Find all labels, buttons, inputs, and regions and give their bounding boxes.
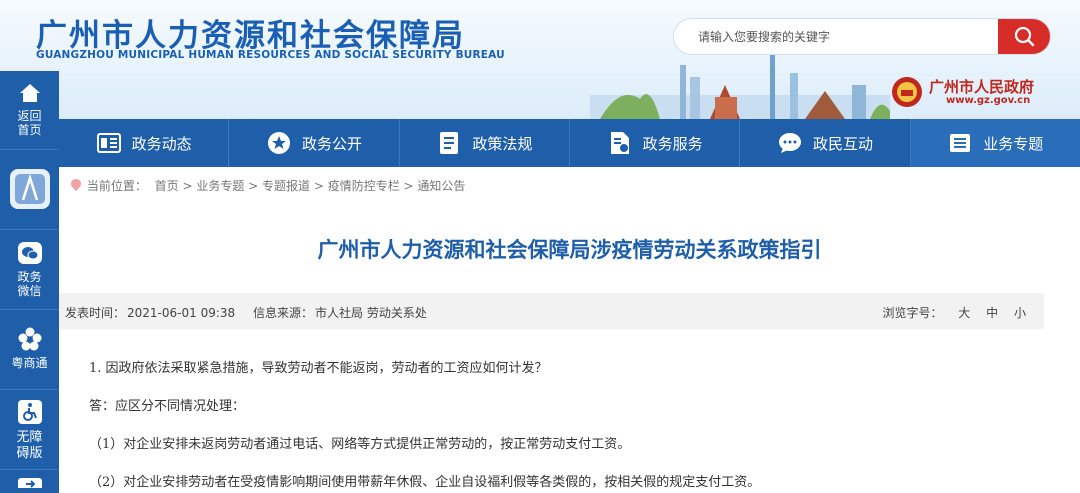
- nav-item-label: 政务动态: [131, 134, 192, 153]
- content-panel: 当前位置： 首页 > 业务专题 > 专题报道 > 疫情防控专栏 > 通知公告 广…: [59, 167, 1080, 493]
- font-size-small[interactable]: 小: [1014, 306, 1026, 320]
- site-header: 广州市人力资源和社会保障局 GUANGZHOU MUNICIPAL HUMAN …: [0, 0, 1080, 119]
- nav-item-label: 政务服务: [642, 134, 703, 153]
- source-value: 市人社局 劳动关系处: [315, 306, 427, 320]
- left-sidebar: 返回首页 政务微信 粤商通 无障碍版: [0, 71, 59, 493]
- location-icon: [71, 179, 81, 191]
- search-input[interactable]: [674, 19, 1000, 54]
- home-icon: [19, 84, 40, 102]
- breadcrumb-path[interactable]: 首页 > 业务专题 > 专题报道 > 疫情防控专栏 > 通知公告: [155, 179, 466, 193]
- sidebar-item-label: 返回首页: [17, 109, 42, 137]
- gov-url: www.gz.gov.cn: [946, 95, 1031, 106]
- meta-info: 发表时间： 2021-06-01 09:38 信息来源： 市人社局 劳动关系处: [65, 304, 441, 321]
- font-size-medium[interactable]: 中: [986, 306, 998, 320]
- article-paragraph: 1. 因政府依法采取紧急措施，导致劳动者不能返岗，劳动者的工资应如何计发？: [89, 361, 548, 376]
- article-paragraph: （2）对企业安排劳动者在受疫情影响期间使用带薪年休假、企业自设福利假等各类假的，…: [89, 475, 761, 490]
- nav-item-news[interactable]: 政务动态: [59, 119, 230, 167]
- sidebar-item-home[interactable]: 返回首页: [0, 71, 59, 150]
- nav-item-label: 政务公开: [301, 134, 362, 153]
- gov-name: 广州市人民政府: [929, 78, 1035, 96]
- newspaper-icon: [96, 130, 122, 156]
- wheelchair-icon: [17, 400, 42, 424]
- menu-icon: [947, 130, 973, 156]
- nav-item-public[interactable]: 政务公开: [229, 119, 400, 167]
- article-paragraph: 答：应区分不同情况处理：: [89, 399, 246, 414]
- sidebar-item-app[interactable]: [0, 150, 59, 230]
- publish-label: 发表时间：: [65, 306, 126, 320]
- font-size-label: 浏览字号：: [882, 306, 943, 320]
- chat-icon: [777, 130, 803, 156]
- national-emblem-icon: [892, 77, 922, 107]
- font-size-large[interactable]: 大: [958, 306, 970, 320]
- sidebar-item-wechat[interactable]: 政务微信: [0, 230, 59, 310]
- breadcrumb: 当前位置： 首页 > 业务专题 > 专题报道 > 疫情防控专栏 > 通知公告: [71, 177, 465, 194]
- sidebar-item-yueshangtong[interactable]: 粤商通: [0, 310, 59, 390]
- nav-item-label: 业务专题: [983, 134, 1044, 153]
- arrow-icon: [17, 478, 42, 488]
- nav-item-policy[interactable]: 政策法规: [400, 119, 570, 167]
- search-button[interactable]: [998, 19, 1050, 54]
- sidebar-item-label: 政务微信: [17, 270, 42, 298]
- nav-item-label: 政民互动: [812, 134, 873, 153]
- font-size-switcher: 浏览字号： 大 中 小: [882, 304, 1026, 321]
- breadcrumb-prefix: 当前位置：: [86, 179, 147, 193]
- sidebar-item-more[interactable]: [0, 476, 59, 493]
- article-title: 广州市人力资源和社会保障局涉疫情劳动关系政策指引: [317, 238, 822, 262]
- nav-item-label: 政策法规: [472, 134, 533, 153]
- app-icon: [9, 169, 50, 209]
- search-box: [673, 18, 1051, 55]
- nav-item-interaction[interactable]: 政民互动: [740, 119, 911, 167]
- article-meta: 发表时间： 2021-06-01 09:38 信息来源： 市人社局 劳动关系处 浏览…: [59, 293, 1044, 329]
- nav-item-topics[interactable]: 业务专题: [910, 119, 1080, 167]
- source-label: 信息来源：: [252, 306, 313, 320]
- nav-item-service[interactable]: 政务服务: [570, 119, 741, 167]
- main-nav: 政务动态 政务公开 政策法规 政务服务 政民互动 业务专题: [59, 119, 1080, 167]
- publish-time: 2021-06-01 09:38: [127, 306, 236, 320]
- article-paragraph: （1）对企业安排未返岗劳动者通过电话、网络等方式提供正常劳动的，按正常劳动支付工…: [89, 437, 631, 452]
- star-icon: [266, 130, 292, 156]
- document-icon: [436, 130, 462, 156]
- sidebar-item-label: 无障碍版: [16, 430, 43, 461]
- wechat-icon: [17, 242, 42, 264]
- city-skyline-illustration: [590, 55, 890, 119]
- service-icon: [607, 130, 633, 156]
- site-subtitle: GUANGZHOU MUNICIPAL HUMAN RESOURCES AND …: [36, 49, 505, 61]
- sidebar-item-accessibility[interactable]: 无障碍版: [0, 390, 59, 470]
- search-icon: [1014, 26, 1035, 47]
- flower-icon: [18, 327, 41, 351]
- sidebar-item-label: 粤商通: [11, 356, 48, 370]
